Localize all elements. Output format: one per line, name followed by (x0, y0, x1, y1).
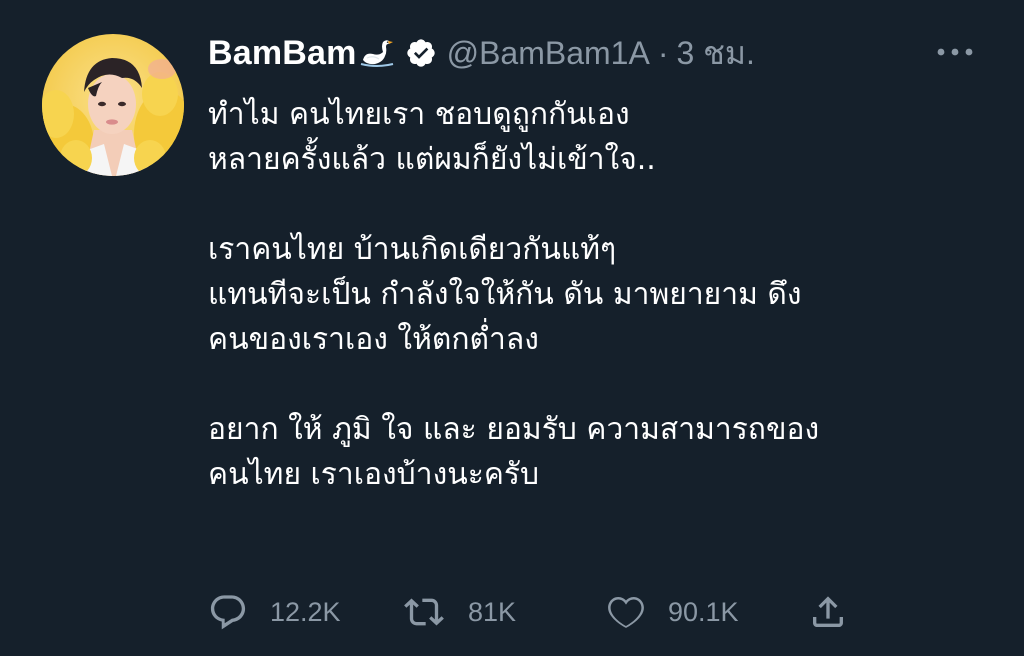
tweet-line: คนของเราเอง ให้ตกต่ำลง (208, 322, 539, 357)
swan-icon (359, 38, 397, 68)
retweet-count: 81K (468, 596, 517, 627)
tweet-line: ทำไม คนไทยเรา ชอบดูถูกกันเอง (208, 97, 630, 132)
avatar-image (42, 34, 184, 176)
more-button[interactable] (930, 30, 980, 74)
separator-dot: · (657, 34, 669, 71)
more-dots-icon (937, 48, 973, 56)
reply-count: 12.2K (270, 596, 341, 627)
tweet-line-break (208, 182, 998, 227)
tweet-line: คนไทย เราเองบ้างนะครับ (208, 457, 540, 492)
display-name[interactable]: BamBam (208, 34, 357, 73)
retweet-button[interactable]: 81K (402, 588, 516, 636)
tweet-line: อยาก ให้ ภูมิ ใจ และ ยอมรับ ความสามารถขอ… (208, 412, 820, 447)
share-icon (813, 596, 843, 627)
reply-button[interactable]: 12.2K (208, 588, 341, 636)
tweet-line: แทนทีจะเป็น กำลังใจให้กัน ดัน มาพยายาม ด… (208, 277, 802, 312)
tweet-text: ทำไม คนไทยเรา ชอบดูถูกกันเอง หลายครั้งแล… (208, 92, 998, 497)
tweet-line-break (208, 362, 998, 407)
handle[interactable]: @BamBam1A (447, 35, 650, 72)
heart-icon (608, 596, 644, 628)
retweet-icon (404, 598, 444, 626)
like-button[interactable]: 90.1K (606, 588, 739, 636)
tweet-line: หลายครั้งแล้ว แต่ผมก็ยังไม่เข้าใจ.. (208, 142, 656, 177)
tweet[interactable]: BamBam @BamBam1A · 3 ชม. ทำไม คนไทยเรา ช… (0, 0, 1024, 656)
verified-badge-icon (405, 37, 437, 69)
like-count: 90.1K (668, 596, 739, 627)
tweet-line: เราคนไทย บ้านเกิดเดียวกันแท้ๆ (208, 232, 617, 267)
reply-icon (210, 595, 246, 630)
avatar[interactable] (42, 34, 184, 176)
share-button[interactable] (808, 588, 848, 636)
tweet-header: BamBam @BamBam1A · 3 ชม. (208, 30, 755, 76)
timestamp[interactable]: 3 ชม. (676, 28, 754, 79)
action-bar: 12.2K 81K 90.1K (208, 588, 868, 636)
